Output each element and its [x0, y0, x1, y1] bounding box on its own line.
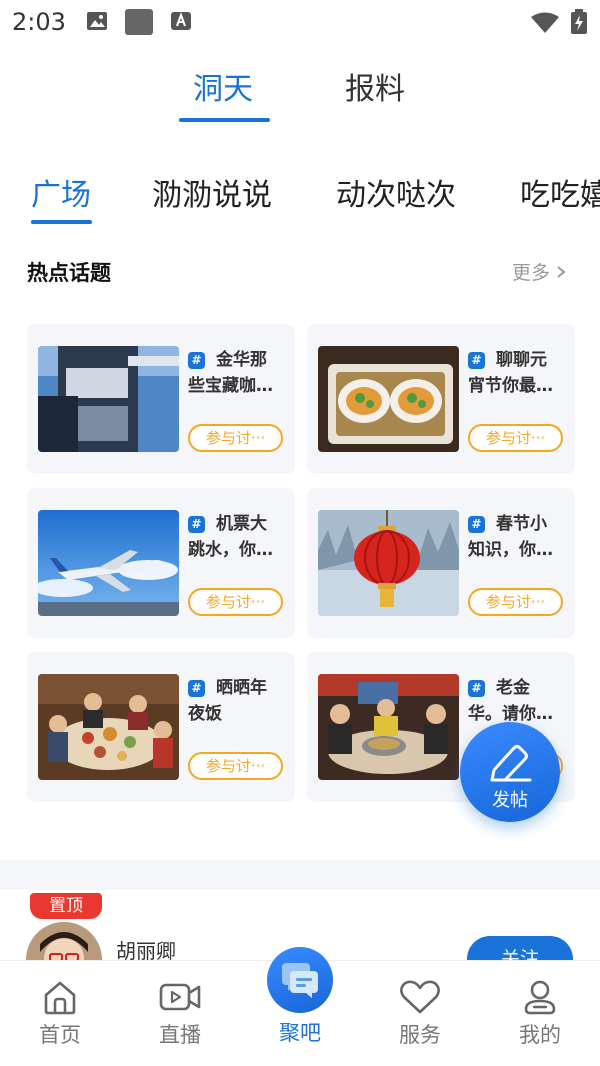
topic-card[interactable]: # 晒晒年 夜饭 参与讨···: [27, 652, 295, 802]
pinned-badge: 置顶: [30, 893, 102, 919]
topic-card[interactable]: # 聊聊元 宵节你最… 参与讨···: [307, 324, 575, 474]
nav-home[interactable]: 首页: [20, 979, 100, 1049]
chevron-right-icon: [557, 265, 566, 278]
join-discussion-button[interactable]: 参与讨···: [468, 424, 563, 452]
edit-icon: [490, 745, 532, 782]
nav-live-label: 直播: [159, 1023, 201, 1047]
status-bar: 2:03: [0, 0, 600, 46]
tab-lele-shuoshuo[interactable]: 泐泐说说: [152, 170, 272, 214]
topic-image-hotpot: [318, 674, 459, 780]
nav-services-label: 服务: [399, 1023, 441, 1047]
topic-title: 老金 华。请你…: [468, 678, 553, 724]
nav-community-label: 聚吧: [279, 1021, 321, 1045]
topic-image-cafe: [38, 346, 179, 452]
section-divider: [0, 860, 600, 890]
keyboard-notification-icon: [170, 10, 192, 36]
join-discussion-button[interactable]: 参与讨···: [188, 588, 283, 616]
join-discussion-button[interactable]: 参与讨···: [468, 588, 563, 616]
home-icon: [44, 981, 76, 1015]
topic-title: 晒晒年 夜饭: [188, 678, 267, 724]
image-notification-icon: [86, 10, 108, 36]
topic-title: 金华那 些宝藏咖…: [188, 350, 273, 396]
nav-mine[interactable]: 我的: [500, 979, 580, 1049]
join-discussion-button[interactable]: 参与讨···: [188, 424, 283, 452]
app-notification-icon: [124, 8, 154, 40]
video-icon: [159, 983, 201, 1011]
top-tabs: 洞天 报料: [0, 56, 600, 126]
bottom-nav: 首页 直播 聚吧 服务 我的: [0, 947, 600, 1066]
topic-image-tangyuan: [318, 346, 459, 452]
tab-guangchang[interactable]: 广场: [31, 170, 91, 214]
nav-mine-label: 我的: [519, 1023, 561, 1047]
tab-dongtian[interactable]: 洞天: [193, 64, 253, 108]
hot-topics-title: 热点话题: [27, 261, 111, 285]
active-subtab-indicator: [31, 220, 92, 224]
topic-image-lantern: [318, 510, 459, 616]
topic-card[interactable]: # 机票大 跳水，你… 参与讨···: [27, 488, 295, 638]
nav-services[interactable]: 服务: [380, 979, 460, 1049]
nav-live[interactable]: 直播: [140, 979, 220, 1049]
more-label: 更多: [512, 262, 551, 284]
status-time: 2:03: [12, 8, 66, 36]
topic-title: 机票大 跳水，你…: [188, 514, 273, 560]
tab-dongci-daci[interactable]: 动次哒次: [336, 170, 456, 214]
nav-home-label: 首页: [39, 1023, 81, 1047]
topic-card[interactable]: # 金华那 些宝藏咖… 参与讨···: [27, 324, 295, 474]
more-link[interactable]: 更多: [512, 258, 566, 285]
topic-image-airplane: [38, 510, 179, 616]
active-tab-indicator: [179, 118, 270, 122]
category-tabs: 广场 泐泐说说 动次哒次 吃吃嬉: [0, 160, 600, 230]
join-discussion-button[interactable]: 参与讨···: [188, 752, 283, 780]
nav-community[interactable]: 聚吧: [260, 1017, 340, 1047]
new-post-button[interactable]: 发帖: [460, 722, 560, 822]
topic-title: 春节小 知识，你…: [468, 514, 553, 560]
new-post-label: 发帖: [492, 790, 528, 811]
topic-image-family-dinner: [38, 674, 179, 780]
battery-charging-icon: [570, 9, 588, 39]
nav-community-highlight[interactable]: [267, 947, 333, 1013]
heart-icon: [400, 980, 440, 1014]
tab-chichi-xi[interactable]: 吃吃嬉: [520, 170, 600, 214]
tab-baoliao[interactable]: 报料: [345, 64, 405, 108]
topic-card[interactable]: # 春节小 知识，你… 参与讨···: [307, 488, 575, 638]
topic-title: 聊聊元 宵节你最…: [468, 350, 553, 396]
wifi-icon: [530, 12, 560, 38]
chat-bubbles-icon: [282, 963, 318, 998]
profile-icon: [524, 980, 556, 1015]
